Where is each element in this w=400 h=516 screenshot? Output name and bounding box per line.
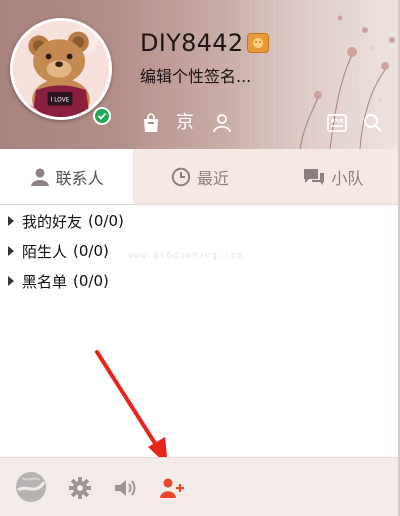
expand-caret-icon bbox=[8, 246, 14, 256]
vip-level-icon[interactable] bbox=[247, 33, 269, 53]
bag-icon[interactable] bbox=[140, 112, 162, 134]
group-blacklist[interactable]: 黑名单 (0/0) bbox=[0, 266, 400, 296]
tab-team[interactable]: 小队 bbox=[267, 149, 400, 204]
chat-bubble-icon bbox=[304, 168, 325, 185]
nickname[interactable]: DIY8442 bbox=[140, 28, 243, 58]
user-icon[interactable] bbox=[211, 112, 233, 134]
speaker-icon[interactable] bbox=[110, 472, 142, 504]
signature-edit[interactable]: 编辑个性签名... bbox=[140, 66, 251, 88]
main-tabs: 联系人 最近 小队 bbox=[0, 149, 400, 205]
group-count: (0/0) bbox=[88, 212, 124, 230]
profile-header: I LOVE DIY8442 编辑个性签名... 京 bbox=[0, 0, 400, 149]
group-my-friends[interactable]: 我的好友 (0/0) bbox=[0, 206, 400, 236]
search-icon[interactable] bbox=[362, 112, 384, 134]
globe-icon[interactable] bbox=[12, 468, 50, 506]
teddy-bear-avatar-icon: I LOVE bbox=[13, 21, 109, 117]
watermark: www.pc6downing.com bbox=[128, 251, 244, 261]
avatar[interactable]: I LOVE bbox=[10, 18, 112, 120]
online-status-icon bbox=[93, 107, 111, 125]
expand-caret-icon bbox=[8, 276, 14, 286]
gear-icon[interactable] bbox=[64, 472, 96, 504]
group-count: (0/0) bbox=[73, 272, 109, 290]
location-label[interactable]: 京 bbox=[176, 111, 194, 135]
mail-icon[interactable] bbox=[326, 112, 348, 134]
group-name: 我的好友 bbox=[22, 212, 83, 231]
tab-recent-label: 最近 bbox=[196, 168, 229, 188]
tab-recent[interactable]: 最近 bbox=[133, 149, 266, 204]
group-name: 陌生人 bbox=[22, 242, 68, 261]
add-friend-icon[interactable] bbox=[156, 472, 188, 504]
group-name: 黑名单 bbox=[22, 272, 68, 291]
bottom-toolbar bbox=[0, 457, 400, 516]
person-icon bbox=[30, 168, 49, 186]
group-count: (0/0) bbox=[73, 242, 109, 260]
tab-contacts[interactable]: 联系人 bbox=[0, 149, 134, 204]
tab-contacts-label: 联系人 bbox=[55, 168, 104, 188]
svg-text:I LOVE: I LOVE bbox=[51, 98, 70, 104]
tab-team-label: 小队 bbox=[331, 168, 364, 188]
clock-icon bbox=[171, 167, 191, 186]
expand-caret-icon bbox=[8, 216, 14, 226]
